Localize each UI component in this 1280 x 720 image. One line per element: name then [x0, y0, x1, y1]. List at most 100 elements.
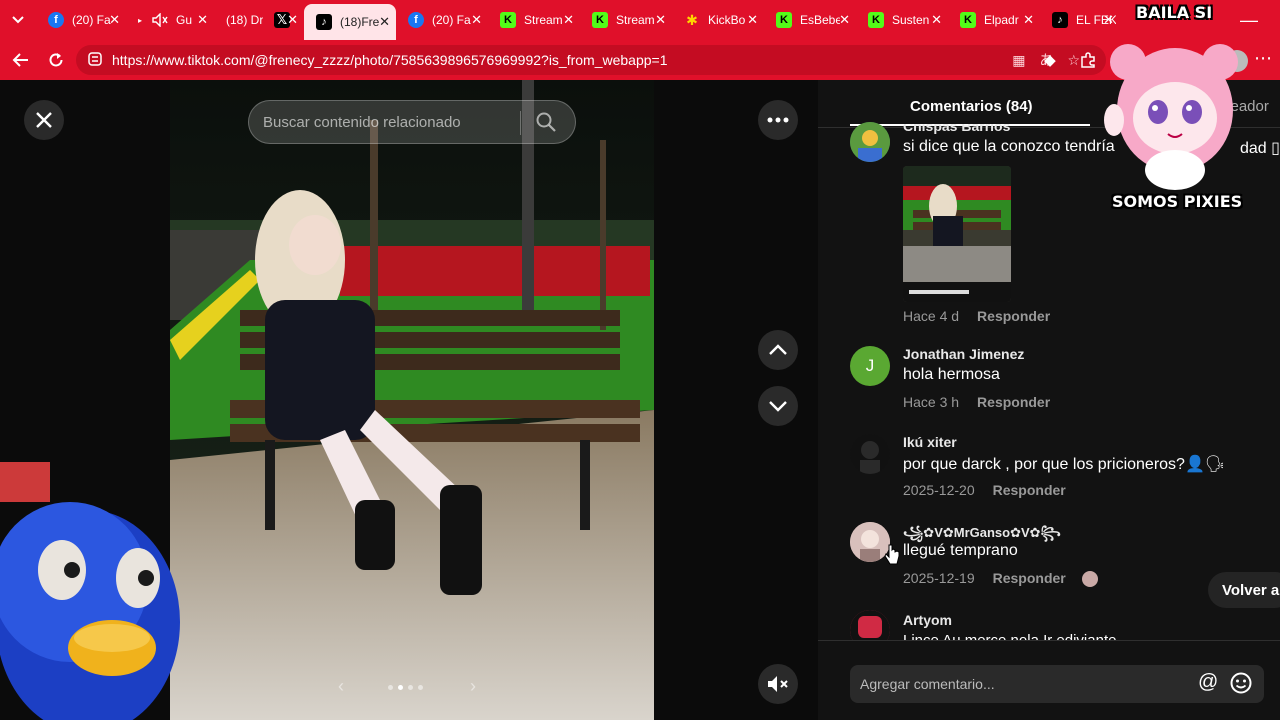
comment-attached-image[interactable] [903, 166, 1011, 302]
tab-close-icon[interactable]: ✕ [563, 12, 574, 28]
browser-tab[interactable]: f (20) Fa ✕ [396, 0, 488, 40]
browser-tab[interactable]: ✱ KickBo ✕ [672, 0, 764, 40]
tab-close-icon[interactable]: ✕ [287, 12, 298, 28]
next-video-button[interactable] [758, 386, 798, 426]
tab-title: (20) Fa [432, 13, 471, 27]
avatar[interactable] [850, 434, 890, 474]
previous-slide-icon[interactable]: ‹ [338, 676, 344, 697]
browser-tab-strip: f (20) Fa ✕ ▸ Gu ✕ 𝕏 (18) Dr ✕ ♪ (18)Fre… [0, 0, 1280, 40]
sticker-caption-top: BAILA SI [1136, 3, 1213, 22]
tab-title: (18)Fre [340, 15, 380, 29]
comment-meta: 2025-12-19 Responder [903, 570, 1098, 588]
search-divider [520, 111, 521, 135]
browser-tab[interactable]: K Stream ✕ [580, 0, 672, 40]
blue-bird-image [0, 462, 180, 720]
tab-search-chevron-icon[interactable] [0, 0, 36, 40]
slide-dot[interactable] [408, 685, 413, 690]
kick-icon: K [960, 12, 976, 28]
blue-bird-overlay [0, 462, 190, 720]
tab-close-icon[interactable]: ✕ [839, 12, 850, 28]
tab-close-icon[interactable]: ✕ [747, 12, 758, 28]
tab-title: EsBebe [800, 13, 840, 27]
facebook-icon: f [408, 12, 424, 28]
comment-time: Hace 3 h [903, 394, 960, 410]
avatar[interactable] [850, 610, 890, 640]
emoji-icon[interactable] [1230, 672, 1252, 699]
browser-tab[interactable]: K Stream ✕ [488, 0, 580, 40]
post-photo[interactable]: Buscar contenido relacionado ‹ › [170, 80, 654, 720]
chevron-up-icon [769, 344, 787, 355]
comment-username[interactable]: Ikú xiter [903, 434, 957, 450]
tab-title: (18) Dr [226, 13, 264, 27]
reply-button[interactable]: Responder [977, 308, 1050, 324]
mouse-cursor-icon [884, 544, 900, 565]
tab-close-icon[interactable]: ✕ [931, 12, 942, 28]
slide-dot[interactable] [388, 685, 393, 690]
tab-title: Stream [524, 13, 563, 27]
tab-close-icon[interactable]: ✕ [197, 12, 208, 28]
site-info-icon[interactable] [88, 51, 102, 69]
browser-more-icon[interactable]: ⋯ [1254, 48, 1272, 69]
puzzle-extensions-icon[interactable] [1078, 50, 1098, 70]
kick-icon: K [868, 12, 884, 28]
tab-close-icon[interactable]: ✕ [471, 12, 482, 28]
kick-icon: K [776, 12, 792, 28]
comment-meta: 2025-12-20 Responder [903, 482, 1066, 498]
back-to-top-button[interactable]: Volver a [1208, 572, 1280, 608]
tab-close-icon[interactable]: ✕ [379, 14, 390, 30]
browser-tab[interactable]: f (20) Fa ✕ [36, 0, 126, 40]
browser-tab[interactable]: 𝕏 (18) Dr ✕ [214, 0, 304, 40]
reload-icon[interactable] [38, 40, 74, 80]
reply-button[interactable]: Responder [993, 570, 1066, 586]
sticker-caption-bottom: SOMOS PIXIES [1112, 192, 1243, 211]
comment-username[interactable]: Chispas Barrios [903, 124, 1010, 134]
tab-close-icon[interactable]: ✕ [1023, 12, 1034, 28]
app-available-icon[interactable]: ▦ [1012, 52, 1025, 69]
tab-comments[interactable]: Comentarios (84) [910, 98, 1033, 115]
browser-tab-active[interactable]: ♪ (18)Fre ✕ [304, 4, 396, 40]
mention-at-icon[interactable]: @ [1198, 671, 1218, 694]
next-slide-icon[interactable]: › [470, 676, 476, 697]
tab-title: Gu [176, 13, 193, 27]
muted-speaker-icon[interactable] [152, 12, 168, 28]
tiktok-icon: ♪ [1052, 12, 1068, 28]
tab-title: (20) Fa [72, 13, 111, 27]
browser-tab[interactable]: ▸ Gu ✕ [126, 0, 214, 40]
reply-button[interactable]: Responder [993, 482, 1066, 498]
muted-speaker-icon [768, 676, 788, 692]
kickbot-icon: ✱ [686, 11, 698, 28]
comment-text: llegué temprano [903, 542, 1018, 559]
comment-username[interactable]: Jonathan Jimenez [903, 346, 1024, 362]
browser-tab[interactable]: K EsBebe ✕ [764, 0, 856, 40]
avatar[interactable] [850, 122, 890, 162]
related-search-input[interactable]: Buscar contenido relacionado [248, 100, 576, 144]
extensions-pin-icon[interactable]: ◆ [1040, 50, 1060, 70]
close-icon [36, 112, 52, 128]
browser-tab[interactable]: K Susten ✕ [856, 0, 948, 40]
more-options-button[interactable] [758, 100, 798, 140]
comment-item: Ikú xiter por que darck , por que los pr… [850, 434, 1270, 500]
creator-liked-avatar [1081, 571, 1098, 588]
slide-dot[interactable] [418, 685, 423, 690]
close-button[interactable] [24, 100, 64, 140]
back-arrow-icon[interactable] [2, 40, 38, 80]
address-bar[interactable]: https://www.tiktok.com/@frenecy_zzzz/pho… [76, 45, 1106, 75]
comment-item: ꧁✿V✿MrGanso✿V✿꧂ llegué temprano 2025-12-… [850, 522, 1270, 588]
browser-tab[interactable]: K Elpadr ✕ [948, 0, 1040, 40]
chevron-down-icon [769, 401, 787, 412]
previous-video-button[interactable] [758, 330, 798, 370]
reply-button[interactable]: Responder [977, 394, 1050, 410]
comment-item: Artyom Lince Au merce nola Ir ediviante [850, 610, 1270, 640]
comment-text: hola hermosa [903, 366, 1000, 383]
comment-text: por que darck , por que los pricioneros?… [903, 456, 1226, 473]
comment-username[interactable]: Artyom [903, 612, 952, 628]
comment-time: 2025-12-20 [903, 482, 975, 498]
tab-close-icon[interactable]: ✕ [655, 12, 666, 28]
avatar[interactable]: J [850, 346, 890, 386]
comment-text: si dice que la conozco tendría [903, 138, 1115, 155]
comment-meta: Hace 3 h Responder [903, 394, 1050, 410]
slide-dot-active[interactable] [398, 685, 403, 690]
tab-close-icon[interactable]: ✕ [109, 12, 120, 28]
mute-button[interactable] [758, 664, 798, 704]
search-icon[interactable] [535, 111, 557, 137]
